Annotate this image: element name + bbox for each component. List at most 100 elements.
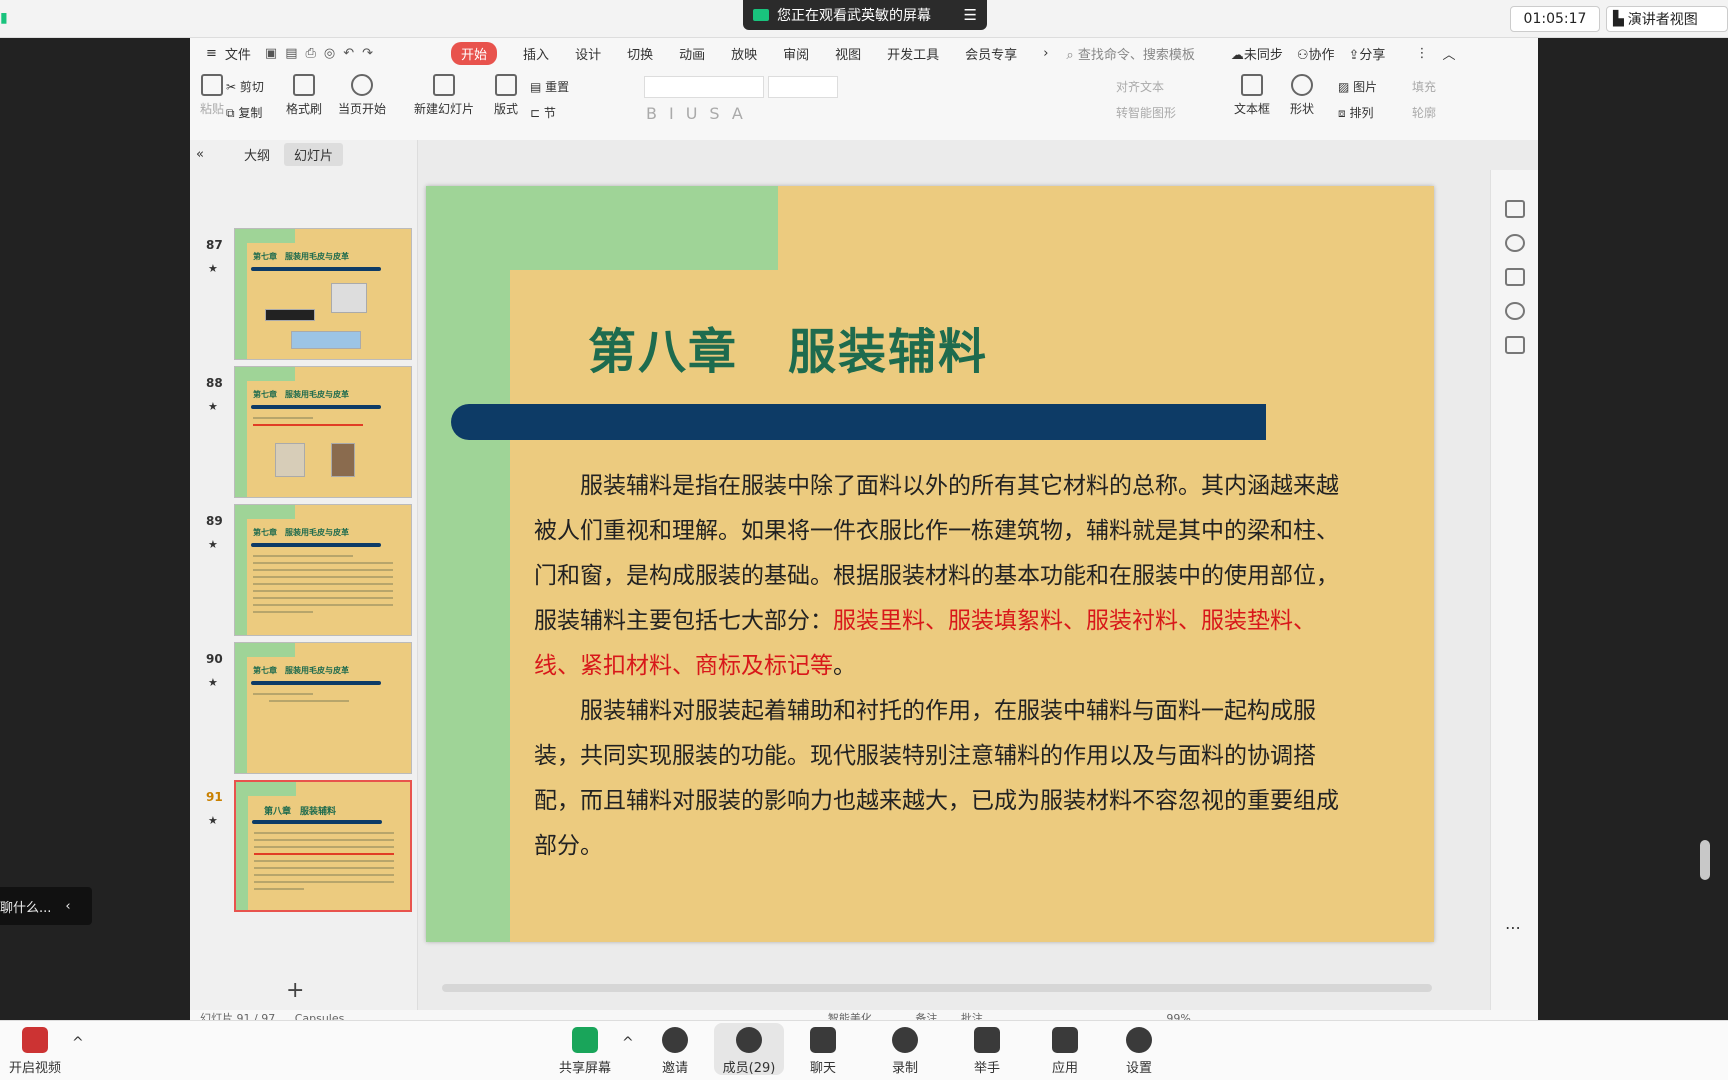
slide-thumbnail[interactable]: 88 ★ 第七章 服装用毛皮与皮革 <box>200 366 412 502</box>
video-button[interactable]: 开启视频 <box>0 1027 70 1076</box>
chat-button[interactable]: 聊天 <box>788 1027 858 1076</box>
animation-star-icon: ★ <box>208 814 218 827</box>
body-paragraph-1: 服装辅料是指在服装中除了面料以外的所有其它材料的总称。其内涵越来越被人们重视和理… <box>534 464 1352 689</box>
sync-status[interactable]: ☁未同步 <box>1231 44 1283 63</box>
copy-button[interactable]: ⧉ 复制 <box>226 104 262 121</box>
layout-button[interactable]: 版式 <box>494 74 518 117</box>
animation-star-icon: ★ <box>208 538 218 551</box>
more-options-icon[interactable]: ⋯ <box>1505 918 1521 937</box>
members-button[interactable]: 成员(29) <box>714 1023 784 1076</box>
menu-file[interactable]: 文件 <box>225 44 251 63</box>
record-button[interactable]: 录制 <box>870 1027 940 1076</box>
shape-button[interactable]: 形状 <box>1290 74 1314 117</box>
comment-icon[interactable] <box>1505 200 1525 218</box>
raise-hand-button[interactable]: 举手 <box>952 1027 1022 1076</box>
add-slide-button[interactable]: + <box>286 978 304 1003</box>
search-box[interactable]: ⌕ 查找命令、搜索模板 <box>1066 44 1194 63</box>
chevron-up-icon[interactable]: ^ <box>622 1035 634 1051</box>
cut-button[interactable]: ✂ 剪切 <box>226 78 264 95</box>
invite-button[interactable]: 邀请 <box>640 1027 710 1076</box>
outline-button[interactable]: 轮廓 <box>1412 104 1436 121</box>
record-label: 录制 <box>891 1061 918 1076</box>
layout-icon <box>495 74 517 96</box>
smart-beautify[interactable]: 智能美化 <box>828 1012 872 1020</box>
slide-body-text[interactable]: 服装辅料是指在服装中除了面料以外的所有其它材料的总称。其内涵越来越被人们重视和理… <box>534 464 1352 869</box>
share-screen-button[interactable]: 共享屏幕 <box>550 1027 620 1076</box>
collapse-ribbon-icon[interactable]: ︿ <box>1442 44 1455 63</box>
image-edit-icon[interactable] <box>1505 268 1525 286</box>
font-family-select[interactable] <box>644 76 764 98</box>
hand-icon <box>974 1027 1000 1053</box>
collapse-panel-icon[interactable]: « <box>196 147 204 162</box>
fill-button[interactable]: 填充 <box>1412 78 1436 95</box>
format-painter-button[interactable]: 格式刷 <box>286 74 322 117</box>
new-slide-button[interactable]: 新建幻灯片 <box>414 74 474 117</box>
search-placeholder: 查找命令、搜索模板 <box>1077 47 1195 63</box>
tab-animation[interactable]: 动画 <box>679 44 705 63</box>
apps-button[interactable]: 应用 <box>1030 1027 1100 1076</box>
thumbnail-image: 第七章 服装用毛皮与皮革 <box>234 366 412 498</box>
book-icon[interactable] <box>1505 336 1525 354</box>
arrange-button[interactable]: ⧈ 排列 <box>1338 104 1373 121</box>
cloud-icon: ☁ <box>1230 47 1244 63</box>
thumbnail-title: 第七章 服装用毛皮与皮革 <box>253 252 349 261</box>
tab-member[interactable]: 会员专享 <box>965 44 1017 63</box>
slide-thumbnail[interactable]: 90 ★ 第七章 服装用毛皮与皮革 <box>200 642 412 778</box>
align-text-button[interactable]: 对齐文本 <box>1116 78 1164 95</box>
smart-shape-label: 转智能图形 <box>1116 106 1177 120</box>
textbox-button[interactable]: 文本框 <box>1234 74 1270 117</box>
shape-icon <box>1291 74 1313 96</box>
tab-start[interactable]: 开始 <box>451 41 498 65</box>
tab-view[interactable]: 视图 <box>835 44 861 63</box>
slide-number: 87 <box>206 238 223 252</box>
chevron-right-icon[interactable]: › <box>1043 46 1048 61</box>
brush-icon <box>293 74 315 96</box>
from-current-button[interactable]: 当页开始 <box>338 74 386 117</box>
picture-button[interactable]: ▨ 图片 <box>1338 78 1377 95</box>
comments-button[interactable]: 批注 <box>961 1012 983 1020</box>
meeting-toolbar: 开启视频 ^ 共享屏幕 ^ 邀请 成员(29) 聊天 录制 举手 应用 设置 <box>0 1020 1728 1080</box>
tab-insert[interactable]: 插入 <box>523 44 549 63</box>
zoom-level[interactable]: 99% <box>1166 1012 1190 1020</box>
vertical-scrollbar[interactable] <box>1698 280 1712 970</box>
font-size-select[interactable] <box>768 76 838 98</box>
reset-button[interactable]: ▤ 重置 <box>530 78 569 95</box>
slide-thumbnail[interactable]: 87 ★ 第七章 服装用毛皮与皮革 <box>200 228 412 364</box>
tab-developer[interactable]: 开发工具 <box>887 44 939 63</box>
tab-transition[interactable]: 切换 <box>627 44 653 63</box>
quick-access-icons[interactable]: ▣▤⎙◎↶↷ <box>265 46 381 61</box>
help-icon[interactable] <box>1505 234 1525 252</box>
location-icon[interactable] <box>1505 302 1525 320</box>
slide-thumbnail-current[interactable]: 91 ★ 第八章 服装辅料 <box>200 780 412 916</box>
slide-canvas[interactable]: 第八章 服装辅料 服装辅料是指在服装中除了面料以外的所有其它材料的总称。其内涵越… <box>426 186 1434 942</box>
panel-tabs: « 大纲 幻灯片 <box>190 140 418 168</box>
collab-button[interactable]: ⚇协作 <box>1297 44 1335 63</box>
chevron-left-icon[interactable]: ‹ <box>65 899 70 914</box>
slide-thumbnail[interactable]: 89 ★ 第七章 服装用毛皮与皮革 <box>200 504 412 640</box>
paste-button[interactable]: 粘贴 <box>200 74 224 117</box>
menu-icon[interactable]: ☰ <box>964 6 977 24</box>
smart-shape-button[interactable]: 转智能图形 <box>1116 104 1176 121</box>
text-format-buttons[interactable]: BIUSA <box>646 104 755 123</box>
tab-design[interactable]: 设计 <box>575 44 601 63</box>
tab-outline[interactable]: 大纲 <box>234 143 280 166</box>
notes-button[interactable]: 备注 <box>915 1012 937 1020</box>
more-icon[interactable]: ⋮ <box>1415 46 1428 61</box>
slide-title[interactable]: 第八章 服装辅料 <box>588 312 988 382</box>
thumbnail-image: 第八章 服装辅料 <box>234 780 412 912</box>
thumbnail-title: 第七章 服装用毛皮与皮革 <box>253 390 349 399</box>
meeting-top-bar: ▮ 您正在观看武英敏的屏幕 ☰ 01:05:17 ▙ 演讲者视图 <box>0 0 1728 38</box>
hamburger-icon[interactable]: ≡ <box>206 46 217 61</box>
settings-button[interactable]: 设置 <box>1104 1027 1174 1076</box>
share-button[interactable]: ⇪分享 <box>1349 44 1386 63</box>
tab-review[interactable]: 审阅 <box>783 44 809 63</box>
section-button[interactable]: ⊏ 节 <box>530 104 556 121</box>
horizontal-scrollbar[interactable] <box>426 980 1506 994</box>
presenter-view-button[interactable]: ▙ 演讲者视图 <box>1606 6 1728 32</box>
chat-float-panel[interactable]: 聊什么... ‹ <box>0 887 92 925</box>
tab-slides[interactable]: 幻灯片 <box>283 142 343 166</box>
tab-slideshow[interactable]: 放映 <box>731 44 757 63</box>
chevron-up-icon[interactable]: ^ <box>72 1035 84 1051</box>
screen-share-banner[interactable]: 您正在观看武英敏的屏幕 ☰ <box>743 0 987 30</box>
play-icon <box>351 74 373 96</box>
